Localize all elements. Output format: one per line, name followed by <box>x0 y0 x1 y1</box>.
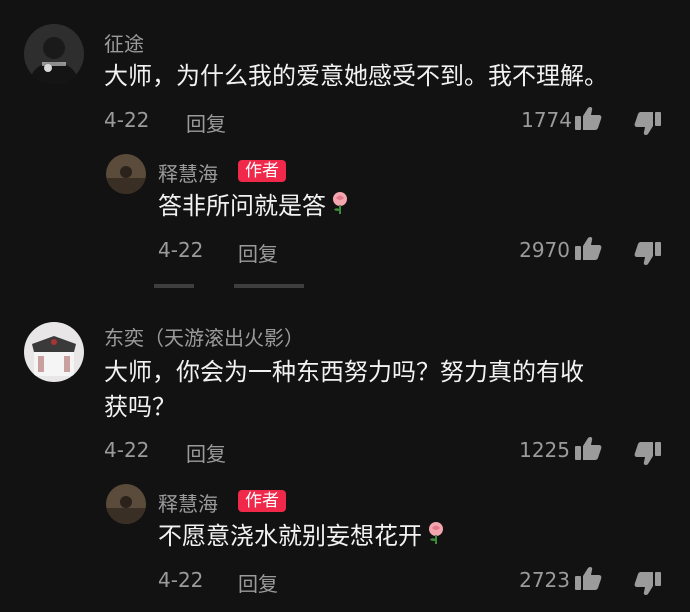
comment-text: 大师，为什么我的爱意她感受不到。我不理解。 <box>104 62 608 90</box>
thumb-down-icon[interactable] <box>634 110 662 140</box>
comment-date: 4-22 <box>104 108 150 132</box>
comment-text-line2: 获吗？ <box>104 393 176 421</box>
thumb-up-icon[interactable] <box>574 236 602 266</box>
thumb-down-icon[interactable] <box>634 240 662 270</box>
reply-date: 4-22 <box>158 568 204 592</box>
reply-button[interactable]: 回复 <box>238 238 278 267</box>
reply-username[interactable]: 释慧海 <box>158 488 218 517</box>
thumb-up-icon[interactable] <box>574 106 602 136</box>
comment-date: 4-22 <box>104 438 150 462</box>
avatar[interactable] <box>24 322 84 382</box>
like-count: 1774 <box>521 108 572 132</box>
comment-text-line1: 大师，你会为一种东西努力吗？努力真的有收 <box>104 358 584 386</box>
avatar-image <box>24 24 84 84</box>
reply-username[interactable]: 释慧海 <box>158 158 218 187</box>
scroll-artifact <box>154 284 304 288</box>
comment-username[interactable]: 东奕（天游滚出火影） <box>104 322 304 351</box>
avatar[interactable] <box>106 154 146 194</box>
reply-text-content: 答非所问就是答 <box>158 192 326 220</box>
avatar[interactable] <box>24 24 84 84</box>
avatar-image <box>24 322 84 382</box>
avatar[interactable] <box>106 484 146 524</box>
rose-emoji <box>426 519 446 555</box>
like-count: 1225 <box>519 438 570 462</box>
reply-text-content: 不愿意浇水就别妄想花开 <box>158 522 422 550</box>
rose-emoji <box>330 189 350 225</box>
avatar-image <box>106 154 146 194</box>
author-badge: 作者 <box>238 490 286 512</box>
thumb-up-icon[interactable] <box>574 436 602 466</box>
thumb-down-icon[interactable] <box>634 440 662 470</box>
reply-date: 4-22 <box>158 238 204 262</box>
like-count: 2723 <box>519 568 570 592</box>
thumb-down-icon[interactable] <box>634 570 662 600</box>
author-badge: 作者 <box>238 160 286 182</box>
reply-button[interactable]: 回复 <box>186 108 226 137</box>
reply-text: 答非所问就是答 <box>158 188 350 225</box>
thumb-up-icon[interactable] <box>574 566 602 596</box>
reply-button[interactable]: 回复 <box>186 438 226 467</box>
comment-username[interactable]: 征途 <box>104 28 144 57</box>
reply-text: 不愿意浇水就别妄想花开 <box>158 518 446 555</box>
like-count: 2970 <box>519 238 570 262</box>
avatar-image <box>106 484 146 524</box>
reply-button[interactable]: 回复 <box>238 568 278 597</box>
